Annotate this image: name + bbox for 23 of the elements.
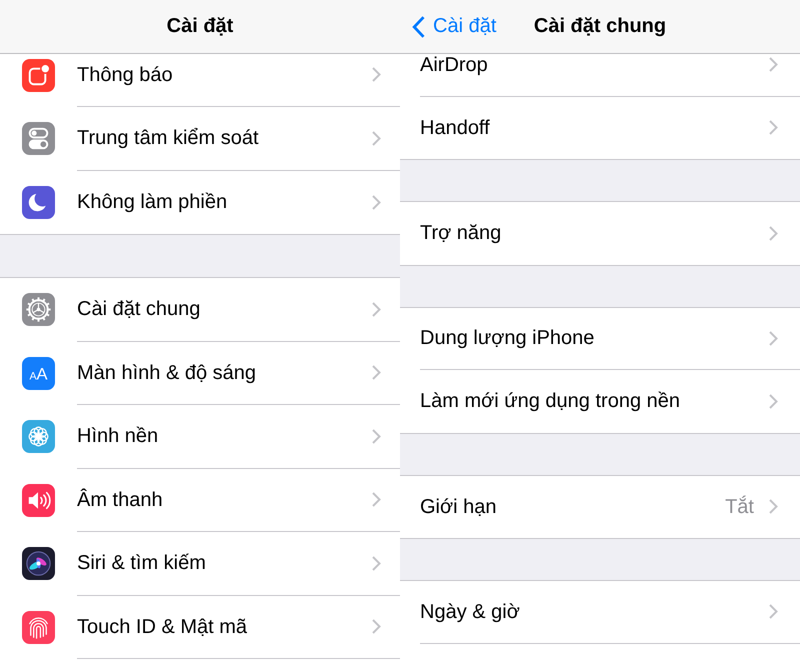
row-value: Tắt	[725, 496, 754, 518]
chevron-icon	[372, 556, 381, 571]
chevron-icon	[769, 120, 778, 136]
text-size-icon: AA	[22, 356, 55, 390]
chevron-icon	[372, 365, 381, 380]
chevron-icon	[769, 499, 778, 514]
screen-title: Cài đặt	[166, 15, 234, 38]
chevron-icon	[769, 330, 778, 346]
chevron-icon	[372, 130, 381, 146]
chevron-icon	[372, 428, 381, 444]
chevron-icon	[769, 394, 778, 409]
chevron-icon	[412, 16, 425, 38]
chevron-icon	[372, 302, 381, 317]
back-button[interactable]: Cài đặt	[412, 15, 496, 38]
settings-item[interactable]: Dung lượng iPhone	[400, 308, 800, 370]
chevron-icon	[769, 604, 778, 620]
chevron-icon	[769, 57, 778, 72]
chevron-icon	[372, 67, 381, 82]
chevron-icon	[372, 492, 381, 508]
chevron-icon	[372, 194, 381, 210]
screen-title: Cài đặt chung	[534, 15, 666, 38]
chevron-icon	[372, 619, 381, 634]
chevron-icon	[769, 226, 778, 241]
